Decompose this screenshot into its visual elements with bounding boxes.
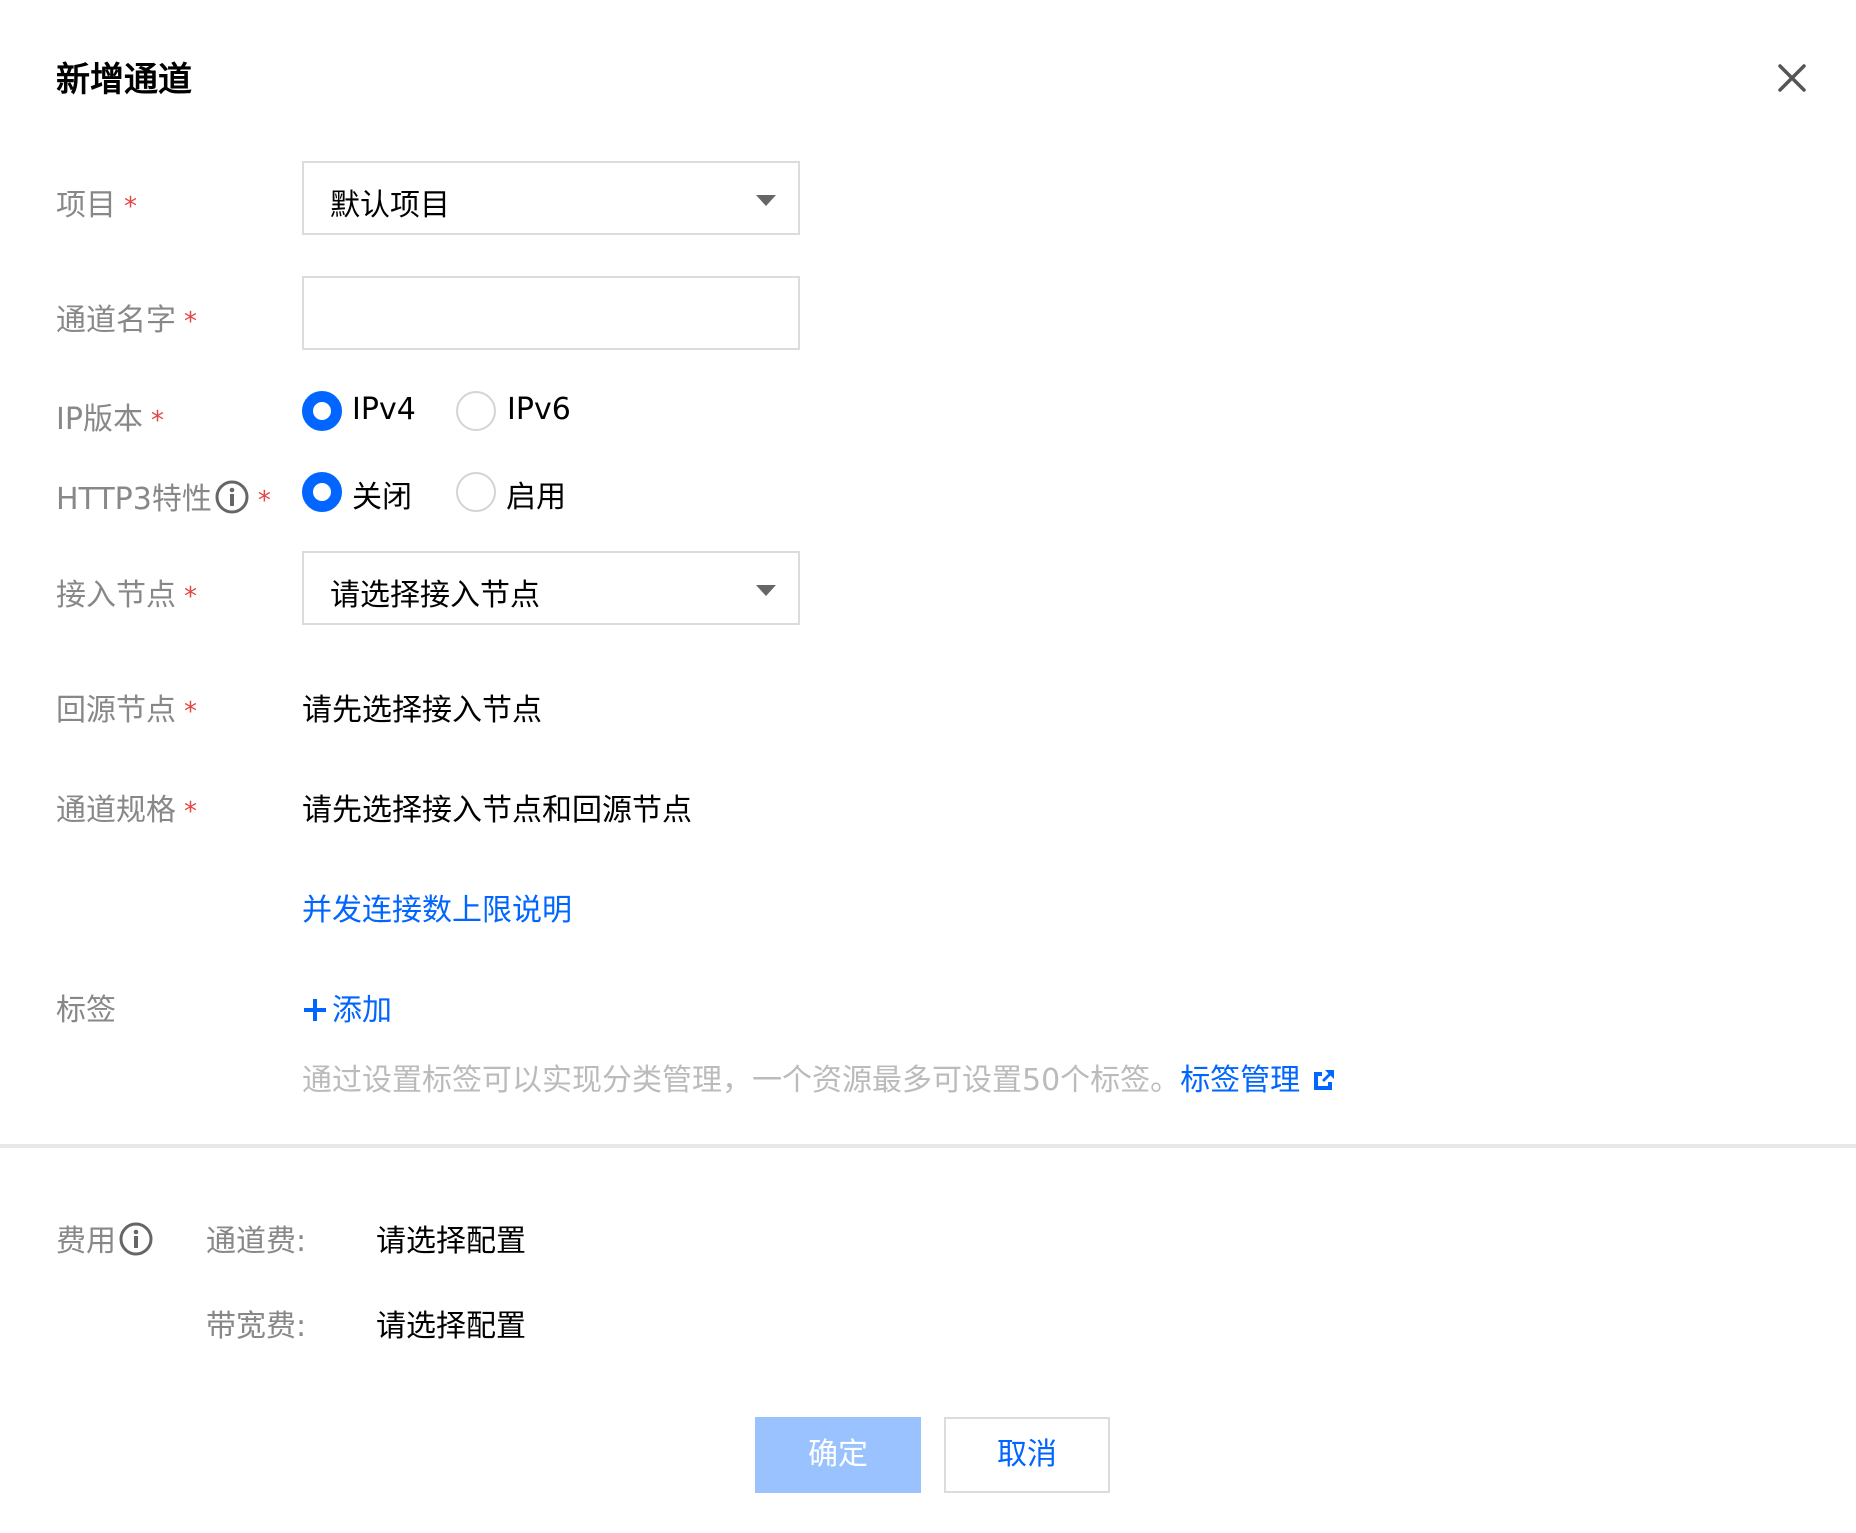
ip-version-label: IP版本 *	[56, 402, 164, 437]
required-mark: *	[257, 486, 271, 516]
plus-icon	[304, 999, 326, 1021]
close-button[interactable]	[1772, 58, 1812, 98]
bandwidth-fee-value: 请选择配置	[376, 1309, 526, 1344]
radio-ipv4-label[interactable]: IPv4	[352, 392, 416, 427]
cancel-button[interactable]: 取消	[944, 1417, 1110, 1493]
section-divider	[0, 1144, 1856, 1148]
cost-label: 费用	[56, 1216, 154, 1260]
required-mark: *	[184, 582, 197, 612]
channel-name-label: 通道名字 *	[56, 303, 197, 338]
radio-http3-off[interactable]	[302, 472, 342, 512]
channel-fee-label: 通道费:	[206, 1224, 307, 1259]
access-node-select[interactable]: 请选择接入节点	[302, 551, 800, 625]
project-select[interactable]: 默认项目	[302, 161, 800, 235]
channel-spec-label: 通道规格 *	[56, 793, 197, 828]
access-node-label: 接入节点 *	[56, 578, 197, 613]
bandwidth-fee-label: 带宽费:	[206, 1309, 307, 1344]
radio-http3-on[interactable]	[456, 472, 496, 512]
origin-node-label: 回源节点 *	[56, 693, 197, 728]
channel-name-input[interactable]	[302, 276, 800, 350]
project-label: 项目 *	[56, 188, 137, 223]
radio-ipv4[interactable]	[302, 391, 342, 431]
required-mark: *	[150, 406, 164, 436]
concurrency-limit-link[interactable]: 并发连接数上限说明	[302, 885, 572, 929]
tags-hint: 通过设置标签可以实现分类管理，一个资源最多可设置50个标签。	[302, 1063, 1181, 1098]
access-node-select-placeholder: 请选择接入节点	[330, 578, 540, 613]
chevron-down-icon	[756, 195, 776, 206]
channel-spec-value: 请先选择接入节点和回源节点	[302, 793, 692, 828]
tags-label: 标签	[56, 993, 116, 1028]
radio-ipv6[interactable]	[456, 391, 496, 431]
dialog-title: 新增通道	[56, 60, 192, 100]
origin-node-value: 请先选择接入节点	[302, 693, 542, 728]
project-select-value: 默认项目	[330, 188, 450, 223]
required-mark: *	[184, 307, 197, 337]
external-link-icon	[1314, 1070, 1335, 1090]
info-icon[interactable]	[118, 1221, 154, 1257]
required-mark: *	[184, 697, 197, 727]
confirm-button[interactable]: 确定	[755, 1417, 921, 1493]
required-mark: *	[124, 192, 137, 222]
tag-management-link[interactable]: 标签管理	[1180, 1063, 1338, 1098]
close-icon	[1778, 64, 1806, 92]
chevron-down-icon	[756, 585, 776, 596]
radio-ipv6-label[interactable]: IPv6	[507, 392, 571, 427]
http3-label: HTTP3特性 *	[56, 474, 271, 518]
radio-http3-off-label[interactable]: 关闭	[352, 472, 412, 516]
info-icon[interactable]	[214, 479, 250, 515]
channel-fee-value: 请选择配置	[376, 1224, 526, 1259]
add-tag-button[interactable]: 添加	[302, 985, 392, 1029]
radio-http3-on-label[interactable]: 启用	[506, 472, 566, 516]
tags-hint-row: 通过设置标签可以实现分类管理，一个资源最多可设置50个标签。标签管理	[302, 1055, 1338, 1099]
required-mark: *	[184, 797, 197, 827]
